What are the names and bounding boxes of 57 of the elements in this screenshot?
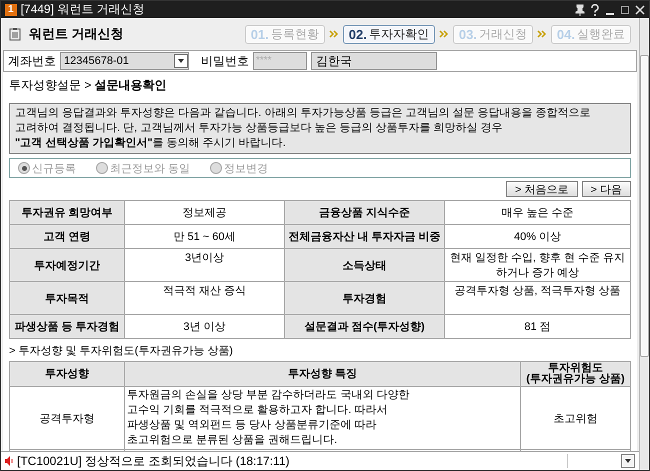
- maximize-icon[interactable]: [620, 4, 630, 16]
- table-cell: 만 51 ~ 60세: [124, 224, 284, 248]
- table-cell: 공격투자형 상품, 적극투자형 상품: [444, 282, 630, 314]
- column-header: 투자성향 특징: [124, 362, 520, 386]
- column-header: 투자위험도 (투자권유가능 상품): [520, 362, 630, 386]
- row-header-cell: 투자권유 희망여부: [10, 200, 124, 224]
- table-cell: 매우 높은 수준: [444, 200, 630, 224]
- customer-name-field: 김한국: [311, 52, 437, 70]
- table-cell: 초고위험: [520, 386, 630, 450]
- password-field[interactable]: ****: [253, 52, 307, 70]
- section-title: > 투자성향 및 투자위험도(투자권유가능 상품): [9, 344, 234, 359]
- step-tab[interactable]: 01.등록현황: [244, 24, 325, 44]
- clipboard-icon: [9, 27, 21, 41]
- account-dropdown[interactable]: 12345678-01: [60, 52, 189, 70]
- dropdown-icon[interactable]: [174, 54, 188, 68]
- table-cell: 투자원금의 손실을 상당 부분 감수하더라도 국내외 다양한 고수익 기회를 적극적으로 활용하고자 합니다. 따라서 파생상품 및 역외펀드 등 당사 상품분류기준에 따라 초고위험으로 분류된 상품을 권해드립니다.: [124, 386, 520, 450]
- row-header-cell: 투자목적: [10, 282, 124, 314]
- account-label: 계좌번호: [8, 52, 56, 70]
- notice-text: 고객님의 응답결과와 투자성향은 다음과 같습니다. 아래의 투자가능상품 등급은 고객님의 설문 응답내용을 종합적으로 고려하여 결정됩니다. 단, 고객님께서 투자가능 상품등급보다 높은 등급의 상품투자를 희망하실 경우 "고객 선택상품 가입확인서"를 동의해 주시기 바랍니다.: [9, 103, 631, 154]
- chevron-icon: [438, 30, 449, 38]
- breadcrumb-current: 설문내용확인: [94, 78, 167, 92]
- step-tab[interactable]: 04.실행완료: [550, 24, 631, 44]
- close-icon[interactable]: [635, 4, 645, 16]
- table-cell: 3년이상: [124, 248, 284, 282]
- row-header-cell: 고객 연령: [10, 224, 124, 248]
- window-title: [7449] 워런트 거래신청: [20, 1, 146, 18]
- table-cell: 81 점: [444, 314, 630, 338]
- nav-button[interactable]: > 처음으로: [506, 181, 578, 197]
- page-title: 워런트 거래신청: [29, 25, 125, 43]
- row-header-cell: 투자경험: [284, 282, 444, 314]
- row-header-cell: 소득상태: [284, 248, 444, 282]
- window-badge: 1: [5, 4, 17, 16]
- scrollbar-thumb[interactable]: [640, 55, 649, 357]
- table-cell: 현재 일정한 수입, 향후 현 수준 유지하거나 증가 예상: [444, 248, 630, 282]
- breadcrumb-parent[interactable]: 투자성향설문 >: [9, 78, 92, 92]
- dropdown-icon[interactable]: [621, 454, 635, 468]
- row-header-cell: 설문결과 점수(투자성향): [284, 314, 444, 338]
- pin-icon[interactable]: [575, 4, 585, 16]
- column-header: 투자성향: [10, 362, 124, 386]
- password-label: 비밀번호: [201, 52, 249, 70]
- row-header-cell: 투자예정기간: [10, 248, 124, 282]
- table-cell: 적극적 재산 증식: [124, 282, 284, 314]
- table-cell: 공격투자형: [10, 386, 124, 450]
- table-cell: 40% 이상: [444, 224, 630, 248]
- table-cell: 정보제공: [124, 200, 284, 224]
- chevron-icon: [328, 30, 339, 38]
- step-tab[interactable]: 03.거래신청: [452, 24, 533, 44]
- status-message: [TC10021U] 정상적으로 조회되었습니다 (18:17:11): [17, 452, 291, 470]
- row-header-cell: 금융상품 지식수준: [284, 200, 444, 224]
- row-header-cell: 파생상품 등 투자경험: [10, 314, 124, 338]
- step-tab[interactable]: 02.투자자확인: [342, 24, 435, 44]
- nav-button[interactable]: > 다음: [582, 181, 631, 197]
- help-icon[interactable]: [590, 4, 600, 16]
- table-cell: 3년 이상: [124, 314, 284, 338]
- speaker-icon: [5, 456, 14, 466]
- chevron-icon: [536, 30, 547, 38]
- row-header-cell: 전체금융자산 내 투자자금 비중: [284, 224, 444, 248]
